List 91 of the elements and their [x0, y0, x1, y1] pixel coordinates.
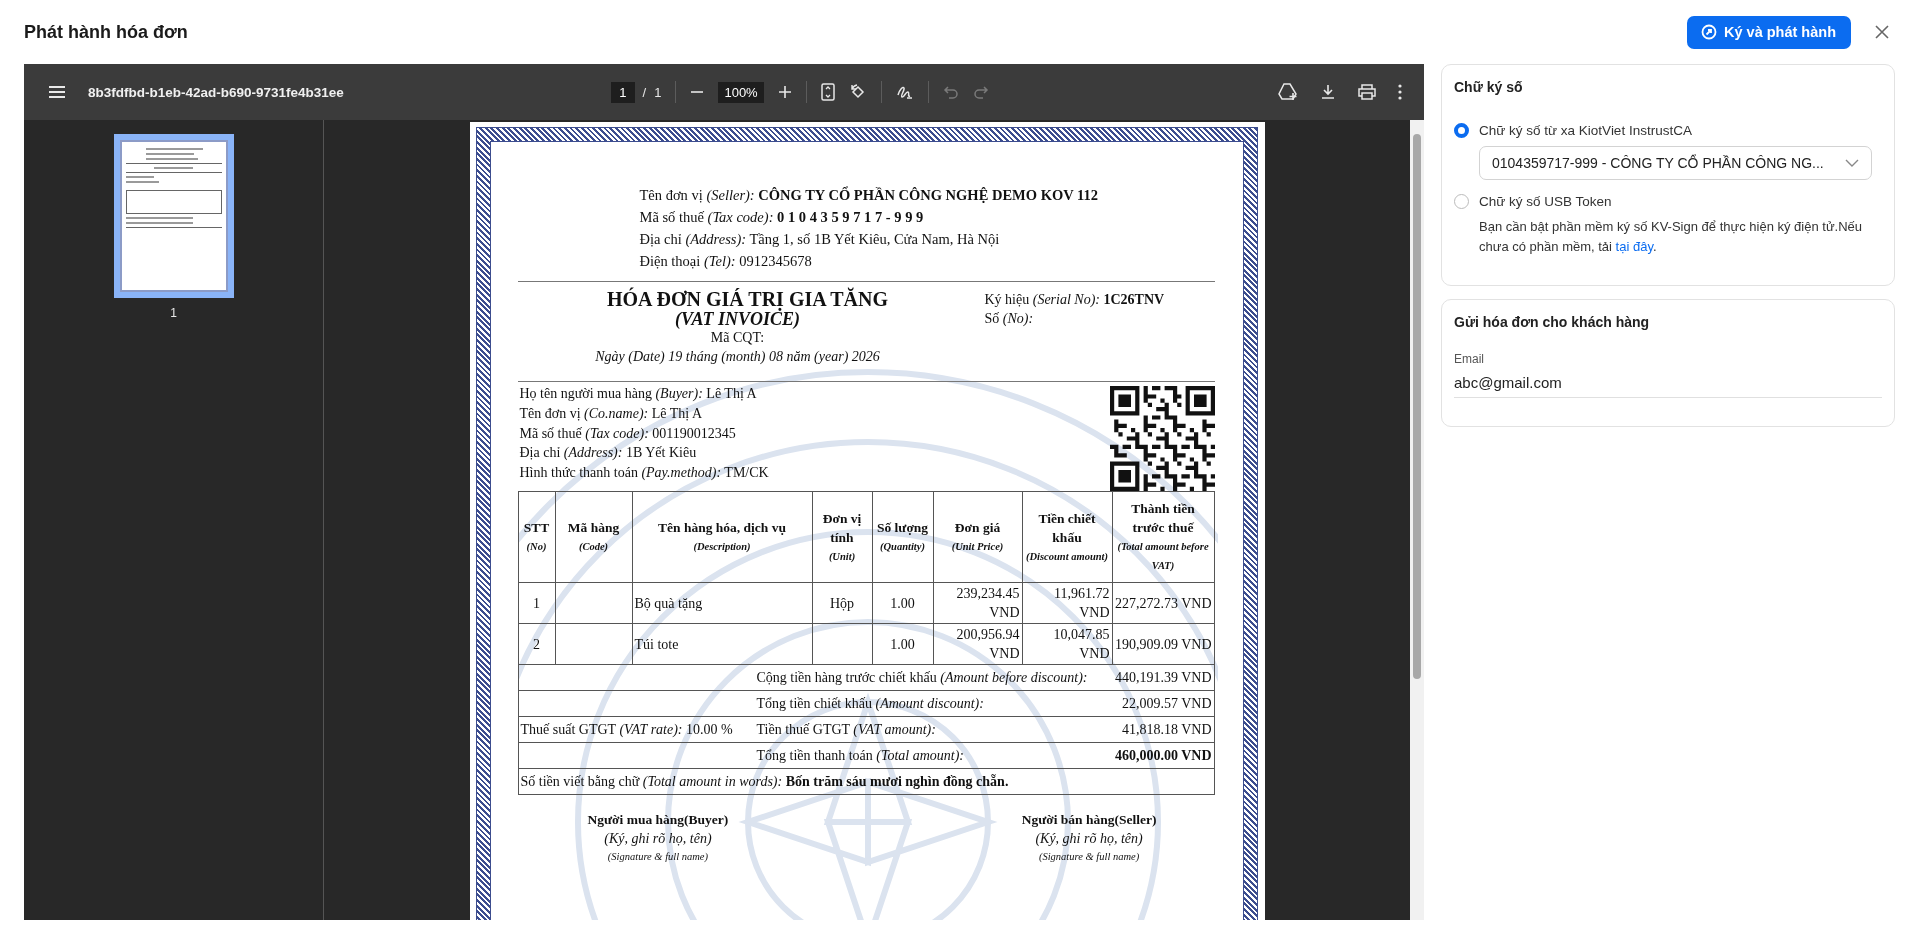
buyer-info-line: Địa chỉ (Address): 1B Yết Kiêu — [519, 444, 698, 463]
invoice-subtitle: (VAT INVOICE) — [673, 310, 802, 328]
rotate-icon[interactable] — [848, 83, 867, 101]
page-separator: / — [642, 84, 647, 100]
signature-hint: (Ký, ghi rõ họ, tên) — [1035, 830, 1143, 848]
column-title: Tên hàng hóa, dịch vụ — [657, 519, 787, 537]
column-title: Mã hàng — [566, 519, 621, 537]
card-title: Chữ ký số — [1454, 79, 1524, 95]
table-cell: 190,909.09 VND — [1112, 623, 1214, 665]
download-icon[interactable] — [1320, 84, 1336, 100]
download-link[interactable]: tại đây — [1615, 239, 1653, 254]
thumbnail-label: 1 — [170, 306, 177, 320]
table-cell: 239,234.45 VND — [933, 582, 1022, 624]
page-number-field[interactable]: 1 — [611, 81, 635, 103]
table-cell: 1.00 — [872, 582, 933, 624]
column-subtitle: (Unit Price) — [950, 540, 1005, 554]
signature-hint: (Ký, ghi rõ họ, tên) — [604, 830, 712, 848]
summary-value: 440,191.39 VND — [1114, 669, 1212, 686]
serial-info-line: Số (No): — [984, 310, 1035, 328]
column-subtitle: (Unit) — [827, 549, 857, 564]
column-subtitle: (No) — [525, 540, 548, 554]
summary-label: Tiền thuế GTGT (VAT amount): — [756, 721, 937, 738]
column-subtitle: (Total amount before VAT) — [1116, 540, 1210, 573]
email-label: Email — [1454, 352, 1485, 366]
seller-info-line: Tên đơn vị (Seller): CÔNG TY CỔ PHẦN CÔNG NGHỆ DEMO KOV 112 — [639, 185, 1099, 205]
invoice-title: HÓA ĐƠN GIÁ TRỊ GIA TĂNG — [606, 288, 889, 310]
serial-info-line: Ký hiệu (Serial No): 1C26TNV — [984, 291, 1165, 309]
column-subtitle: (Code) — [577, 540, 610, 554]
buyer-info-line: Hình thức thanh toán (Pay.method): TM/CK — [519, 464, 769, 483]
sign-and-issue-button[interactable]: Ký và phát hành — [1687, 15, 1851, 49]
summary-label: Tổng tiền chiết khấu (Amount discount): — [756, 695, 985, 712]
signature-title: Người bán hàng(Seller) — [1021, 811, 1157, 829]
help-text: Bạn cần bật phần mềm ký số KV-Sign để thực hiện ký điện tử.Nếu chưa có phần mềm, tải tại đây. — [1479, 218, 1864, 256]
summary-value: 460,000.00 VND — [1114, 747, 1212, 764]
menu-icon[interactable] — [48, 85, 66, 99]
buyer-info-line: Tên đơn vị (Co.name): Lê Thị A — [519, 404, 703, 423]
summary-value: 22,009.57 VND — [1121, 695, 1212, 712]
seller-info-line: Địa chỉ (Address): Tầng 1, số 1B Yết Kiêu, Cửa Nam, Hà Nội — [639, 230, 1001, 249]
radio-button[interactable] — [1454, 123, 1469, 138]
scrollbar[interactable] — [1410, 120, 1424, 920]
seller-info-line: Mã số thuế (Tax code): 0 1 0 4 3 5 9 7 1 7 - 9 9 9 — [639, 208, 925, 227]
amount-in-words: Số tiền viết bằng chữ (Total amount in words): Bốn trăm sáu mươi nghìn đồng chẵn. — [520, 773, 1009, 789]
table-cell: 1 — [518, 582, 555, 624]
table-cell: Túi tote — [632, 623, 812, 665]
table-cell: 2 — [518, 623, 555, 665]
column-title: Đơn giá — [953, 519, 1002, 537]
signature-title: Người mua hàng(Buyer) — [587, 811, 729, 829]
more-options-icon[interactable] — [1398, 84, 1402, 100]
zoom-in-icon[interactable] — [777, 85, 792, 99]
column-title: Đơn vị tính — [821, 509, 863, 547]
authority-code-label: Mã CQT: — [709, 329, 766, 347]
summary-label: Tổng tiền thanh toán (Total amount): — [756, 747, 966, 764]
file-name: 8b3fdfbd-b1eb-42ad-b690-9731fe4b31ee — [88, 84, 344, 100]
column-subtitle: (Description) — [692, 540, 752, 554]
table-cell: 10,047.85 VND — [1022, 623, 1112, 665]
summary-value: 41,818.18 VND — [1121, 721, 1212, 738]
table-cell: Hộp — [812, 582, 872, 624]
dialog-title: Phát hành hóa đơn — [24, 21, 188, 43]
chevron-down-icon — [1845, 159, 1859, 167]
column-subtitle: (Quantity) — [879, 540, 926, 554]
column-title: Tiền chiết khấu — [1037, 509, 1097, 547]
column-title: Số lượng — [875, 519, 930, 537]
invoice-date: Ngày (Date) 19 tháng (month) 08 năm (year) 2026 — [594, 348, 881, 366]
page-thumbnail[interactable] — [113, 134, 234, 298]
column-subtitle: (Discount amount) — [1025, 549, 1109, 564]
column-title: STT — [522, 519, 551, 537]
close-icon[interactable] — [1875, 25, 1889, 39]
drive-add-icon[interactable] — [1278, 83, 1298, 101]
email-field[interactable]: abc@gmail.com — [1454, 366, 1882, 398]
summary-label: Cộng tiền hàng trước chiết khấu (Amount before discount): — [756, 669, 1089, 686]
buyer-info-line: Mã số thuế (Tax code): 001190012345 — [519, 424, 737, 443]
radio-label[interactable]: Chữ ký số từ xa KiotViet InstrustCA — [1479, 123, 1692, 138]
card-title: Gửi hóa đơn cho khách hàng — [1454, 314, 1651, 330]
table-cell: 200,956.94 VND — [933, 623, 1022, 665]
table-cell: 227,272.73 VND — [1112, 582, 1214, 624]
zoom-level-field[interactable]: 100% — [718, 81, 764, 103]
radio-button[interactable] — [1454, 194, 1469, 209]
radio-label[interactable]: Chữ ký số USB Token — [1479, 194, 1612, 209]
seller-info-line: Điện thoại (Tel): 0912345678 — [639, 252, 813, 271]
print-icon[interactable] — [1358, 84, 1376, 100]
table-cell: 1.00 — [872, 623, 933, 665]
fit-page-icon[interactable] — [820, 83, 835, 101]
vat-rate-text: Thuế suất GTGT (VAT rate): 10.00 % — [520, 721, 733, 737]
table-cell: 11,961.72 VND — [1022, 582, 1112, 624]
page-count: 1 — [654, 84, 662, 100]
column-title: Thành tiền trước thuế — [1130, 500, 1196, 537]
buyer-info-line: Họ tên người mua hàng (Buyer): Lê Thị A — [519, 385, 758, 403]
certificate-dropdown[interactable]: 0104359717-999 - CÔNG TY CỔ PHẦN CÔNG NG... — [1479, 146, 1872, 180]
signature-hint-english: (Signature & full name) — [607, 850, 709, 864]
table-cell: Bộ quà tặng — [632, 582, 812, 624]
signature-hint-english: (Signature & full name) — [1038, 850, 1140, 864]
